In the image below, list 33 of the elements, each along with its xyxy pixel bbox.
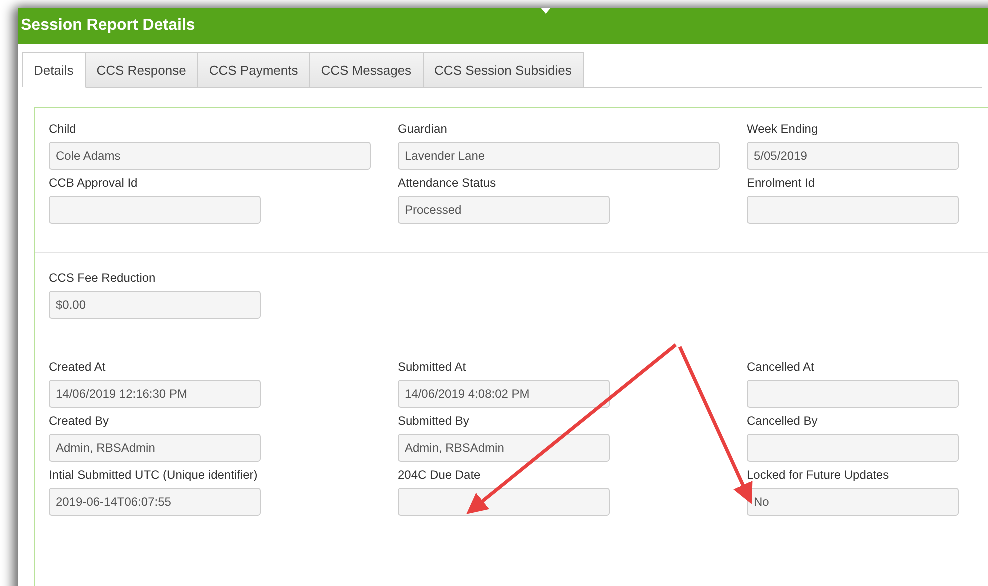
field-label: Intial Submitted UTC (Unique identifier) (49, 468, 258, 482)
input-field[interactable]: Cole Adams (49, 142, 371, 170)
input-field[interactable]: Admin, RBSAdmin (398, 434, 610, 462)
field-label: Submitted By (398, 414, 470, 428)
field-label: Guardian (398, 122, 448, 136)
tab[interactable]: CCS Payments (198, 52, 310, 88)
field-label: CCB Approval Id (49, 176, 138, 190)
field-label: Cancelled At (747, 360, 814, 374)
tab[interactable]: CCS Messages (310, 52, 424, 88)
input-field[interactable]: Lavender Lane (398, 142, 720, 170)
field-label: Submitted At (398, 360, 466, 374)
window-title: Session Report Details (20, 17, 196, 35)
input-field[interactable]: 2019-06-14T06:07:55 (49, 488, 261, 516)
field-label: Enrolment Id (747, 176, 816, 190)
tab[interactable]: CCS Response (86, 52, 198, 88)
tab[interactable]: CCS Session Subsidies (424, 52, 584, 88)
field-label: Locked for Future Updates (747, 468, 890, 482)
field-label: 204C Due Date (398, 468, 481, 482)
tab[interactable]: Details (22, 52, 86, 88)
field-label: CCS Fee Reduction (49, 271, 156, 285)
input-field[interactable]: Processed (398, 196, 610, 224)
input-field[interactable]: $0.00 (49, 291, 261, 319)
field-label: Week Ending (747, 122, 818, 136)
field-label: Created By (49, 414, 110, 428)
input-field[interactable]: Admin, RBSAdmin (49, 434, 261, 462)
field-label: Created At (49, 360, 106, 374)
input-field[interactable]: 14/06/2019 12:16:30 PM (49, 380, 261, 408)
input-field[interactable]: 5/05/2019 (747, 142, 959, 170)
field-label: Child (49, 122, 76, 136)
input-field[interactable]: No (747, 488, 959, 516)
field-label: Attendance Status (398, 176, 496, 190)
field-label: Cancelled By (747, 414, 818, 428)
input-field[interactable]: 14/06/2019 4:08:02 PM (398, 380, 610, 408)
